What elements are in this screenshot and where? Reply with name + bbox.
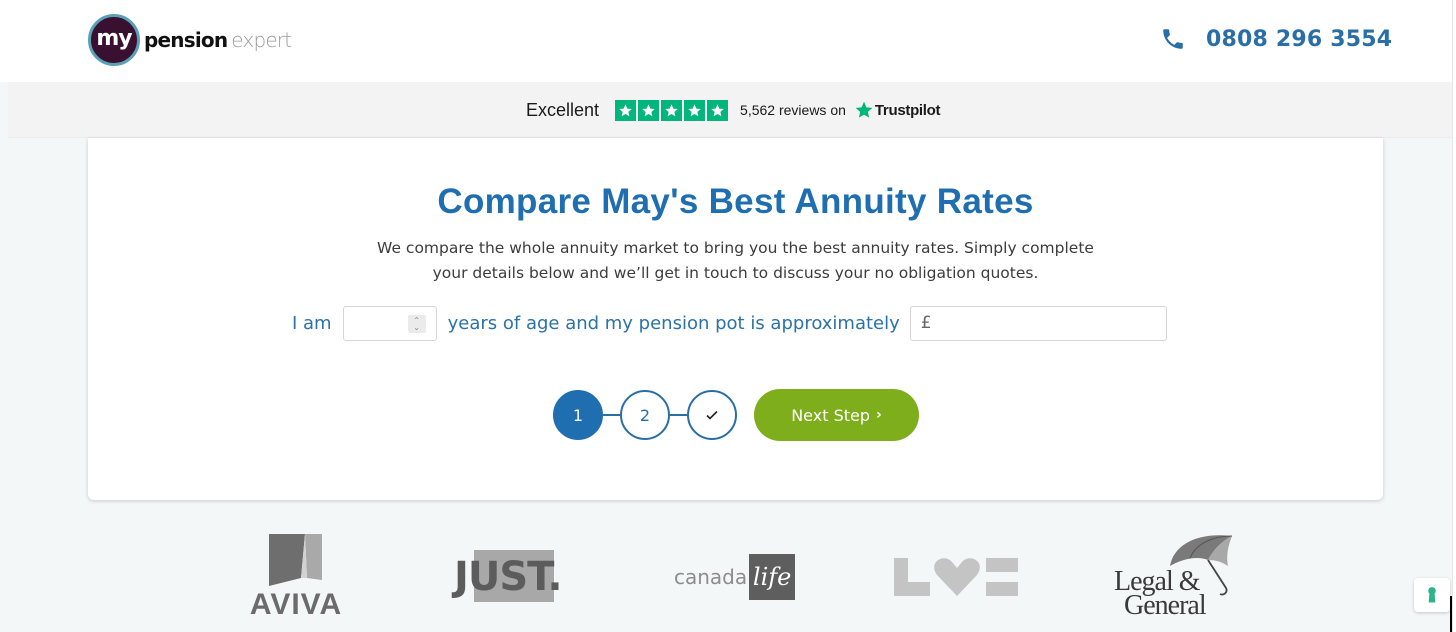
phone-icon xyxy=(1160,26,1186,52)
trustpilot-bar: Excellent 5,562 reviews on Trustpilot xyxy=(8,82,1452,138)
star-icon xyxy=(661,99,683,121)
star-icon xyxy=(707,99,729,121)
step-complete xyxy=(687,390,737,440)
star-icon xyxy=(638,99,660,121)
cookie-settings-button[interactable] xyxy=(1414,578,1450,612)
age-input[interactable] xyxy=(343,306,404,340)
keyhole-icon xyxy=(1428,587,1436,603)
pot-label: years of age and my pension pot is appro… xyxy=(447,312,900,334)
pension-pot-field[interactable]: £ xyxy=(909,305,1167,341)
logo-word-pension: pension xyxy=(144,28,228,52)
step-label: 2 xyxy=(639,405,651,425)
star-icon xyxy=(615,99,637,121)
step-connector xyxy=(603,414,620,416)
aviva-mark-icon xyxy=(269,534,322,586)
trustpilot-widget[interactable]: Excellent 5,562 reviews on Trustpilot xyxy=(526,98,941,122)
subtitle-line: your details below and we’ll get in touc… xyxy=(432,264,1039,282)
next-step-button[interactable]: Next Step › xyxy=(754,389,919,441)
subtitle-line: We compare the whole annuity market to b… xyxy=(377,239,1094,257)
just-wordmark: JUST. xyxy=(454,554,563,600)
quote-form: I am ⌃ ⌄ years of age and my pension pot… xyxy=(292,305,1167,341)
legal-general-logo: Legal & General xyxy=(1112,530,1242,626)
page-title: Compare May's Best Annuity Rates xyxy=(437,182,1034,221)
step-1: 1 xyxy=(553,390,603,440)
age-label-prefix: I am xyxy=(292,312,332,334)
step-indicator: 1 2 Next Step › xyxy=(553,389,919,441)
canada-life-logo: canada life xyxy=(674,554,796,600)
partner-logos: AVIVA JUST. canada life Legal & General xyxy=(0,530,1452,632)
text-cursor xyxy=(1450,596,1452,632)
logo-word-my: my xyxy=(96,25,132,51)
site-header: my pension expert 0808 296 3554 xyxy=(0,0,1452,82)
window-edge xyxy=(1452,0,1456,632)
next-step-label: Next Step xyxy=(791,405,870,425)
trust-stars xyxy=(615,99,729,121)
trustpilot-star-icon xyxy=(855,101,873,118)
chevron-right-icon: › xyxy=(876,407,882,423)
aviva-logo: AVIVA xyxy=(234,534,358,622)
step-label: 1 xyxy=(572,405,584,425)
spinner-down-icon[interactable]: ⌄ xyxy=(413,323,420,331)
phone-link[interactable]: 0808 296 3554 xyxy=(1160,26,1392,52)
trustpilot-brand: Trustpilot xyxy=(874,101,941,119)
lg-line-2: General xyxy=(1124,590,1207,621)
logo-word-expert: expert xyxy=(231,28,292,52)
legal-general-wordmark: Legal & General xyxy=(1114,568,1207,621)
trust-rating-label: Excellent xyxy=(526,99,600,120)
page-subtitle: We compare the whole annuity market to b… xyxy=(88,236,1383,286)
trust-review-count: 5,562 reviews on xyxy=(740,102,846,118)
logo-badge: my xyxy=(88,14,140,66)
just-logo: JUST. xyxy=(454,550,578,604)
currency-symbol: £ xyxy=(920,313,932,333)
canada-wordmark: canada xyxy=(674,565,748,589)
age-field[interactable]: ⌃ ⌄ xyxy=(342,305,437,341)
check-icon xyxy=(706,410,718,420)
lv-logo xyxy=(894,558,1018,596)
life-wordmark: life xyxy=(749,554,796,600)
quote-card: Compare May's Best Annuity Rates We comp… xyxy=(88,138,1383,500)
age-spinner[interactable]: ⌃ ⌄ xyxy=(407,314,426,333)
pension-pot-input[interactable] xyxy=(931,306,1166,340)
logo-link[interactable]: my pension expert xyxy=(88,14,292,66)
step-connector xyxy=(670,414,687,416)
aviva-wordmark: AVIVA xyxy=(249,588,343,621)
star-icon xyxy=(684,99,706,121)
step-2: 2 xyxy=(620,390,670,440)
page-background: my pension expert 0808 296 3554 Excellen… xyxy=(0,0,1452,632)
phone-number: 0808 296 3554 xyxy=(1206,26,1393,52)
